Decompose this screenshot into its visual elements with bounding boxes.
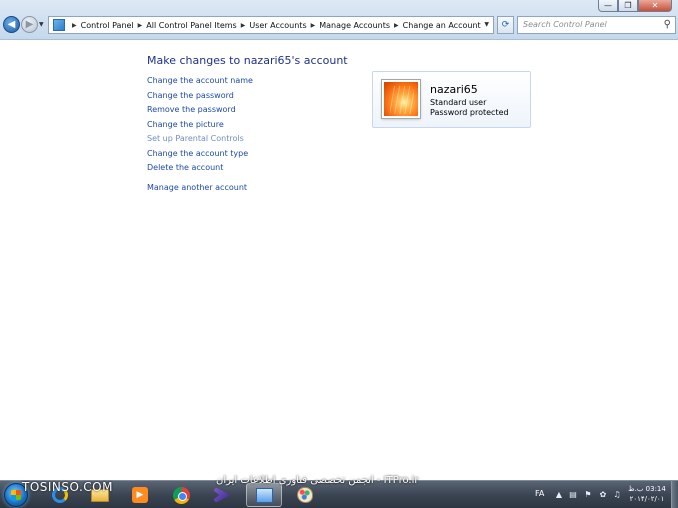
change-account-type-link[interactable]: Change the account type (147, 149, 248, 158)
parental-controls-link[interactable]: Set up Parental Controls (147, 134, 244, 143)
control-panel-icon (255, 487, 273, 503)
media-player-button[interactable]: ▶ (122, 483, 158, 507)
show-desktop-button[interactable] (671, 481, 678, 508)
search-icon[interactable]: ⚲ (664, 19, 671, 30)
network-icon[interactable]: ▤ (568, 490, 578, 499)
explorer-toolbar: — ❐ ✕ ◀ ▶ ▼ ▶ Control Panel ▶ All Contro… (0, 0, 678, 40)
change-account-name-link[interactable]: Change the account name (147, 76, 253, 85)
media-player-icon: ▶ (132, 487, 148, 503)
remove-password-link[interactable]: Remove the password (147, 105, 236, 114)
address-bar[interactable]: ▶ Control Panel ▶ All Control Panel Item… (48, 16, 494, 34)
breadcrumb-item[interactable]: Change an Account (403, 21, 481, 30)
change-picture-link[interactable]: Change the picture (147, 120, 224, 129)
breadcrumb-separator-icon[interactable]: ▶ (311, 22, 316, 29)
delete-account-link[interactable]: Delete the account (147, 163, 223, 172)
watermark-text: ITPro.ir - انجمن تخصصی فناوری اطلاعات ای… (216, 475, 419, 486)
account-card: nazari65 Standard user Password protecte… (372, 71, 531, 128)
show-hidden-icons-icon[interactable]: ▲ (554, 490, 564, 499)
back-arrow-icon: ◀ (7, 19, 16, 30)
manage-another-account-link[interactable]: Manage another account (147, 183, 247, 192)
refresh-button[interactable]: ⟳ (497, 16, 514, 34)
paint-button[interactable] (287, 483, 323, 507)
clock-time[interactable]: 03:14 ب.ظ (624, 485, 670, 493)
visual-studio-button[interactable] (204, 483, 240, 507)
minimize-button[interactable]: — (598, 0, 618, 12)
refresh-icon: ⟳ (501, 20, 510, 30)
antivirus-icon[interactable]: ✿ (598, 490, 608, 499)
address-dropdown-icon[interactable]: ▼ (484, 21, 489, 28)
maximize-button[interactable]: ❐ (618, 0, 638, 12)
watermark-text: TOSINSO.COM (22, 480, 113, 494)
action-center-flag-icon[interactable]: ⚑ (583, 490, 593, 499)
page-title: Make changes to nazari65's account (147, 54, 348, 67)
control-panel-icon (53, 19, 65, 31)
breadcrumb-separator-icon[interactable]: ▶ (138, 22, 143, 29)
breadcrumb-separator-icon[interactable]: ▶ (241, 22, 246, 29)
avatar (381, 79, 421, 119)
breadcrumb-item[interactable]: All Control Panel Items (146, 21, 236, 30)
breadcrumb-item[interactable]: User Accounts (249, 21, 306, 30)
forward-button[interactable]: ▶ (21, 16, 38, 33)
account-name: nazari65 (430, 83, 478, 96)
search-placeholder: Search Control Panel (523, 20, 607, 29)
breadcrumb-item[interactable]: Manage Accounts (319, 21, 390, 30)
back-button[interactable]: ◀ (3, 16, 20, 33)
window-controls: — ❐ ✕ (598, 0, 672, 12)
volume-icon[interactable]: ♫ (612, 490, 622, 499)
control-panel-button[interactable] (246, 483, 282, 507)
language-indicator[interactable]: FA (535, 489, 544, 498)
search-input[interactable]: Search Control Panel ⚲ (517, 16, 676, 34)
paint-icon (297, 487, 313, 503)
breadcrumb-separator-icon[interactable]: ▶ (394, 22, 399, 29)
chrome-button[interactable] (163, 483, 199, 507)
visual-studio-icon (213, 487, 231, 503)
forward-arrow-icon: ▶ (25, 19, 34, 30)
recent-pages-dropdown[interactable]: ▼ (39, 21, 44, 28)
change-password-link[interactable]: Change the password (147, 91, 234, 100)
breadcrumb-separator-icon[interactable]: ▶ (72, 22, 77, 29)
chrome-icon (172, 486, 190, 504)
account-type: Standard user (430, 98, 487, 107)
password-status: Password protected (430, 108, 509, 117)
close-button[interactable]: ✕ (638, 0, 672, 12)
breadcrumb-item[interactable]: Control Panel (81, 21, 134, 30)
clock-date[interactable]: ۲۰۱۴/۰۲/۰۱ (624, 495, 670, 503)
